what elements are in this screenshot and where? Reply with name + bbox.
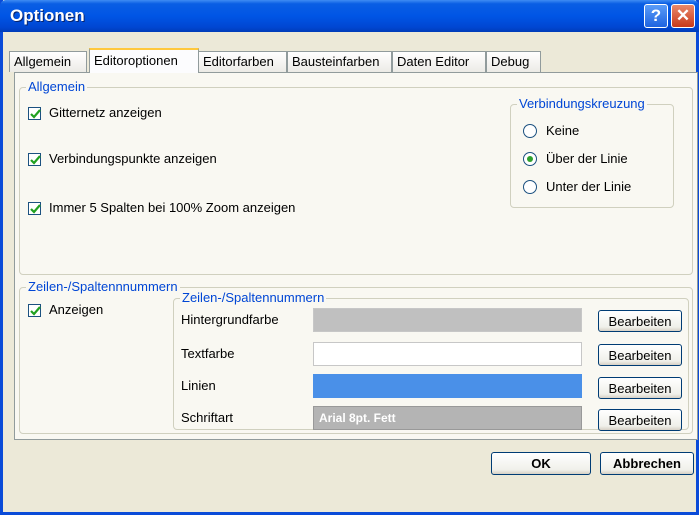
radio-selected-dot [527, 156, 533, 162]
textfarbe-edit-button[interactable]: Bearbeiten [598, 344, 682, 366]
tab-allgemein[interactable]: Allgemein [9, 51, 87, 72]
schriftart-label: Schriftart [181, 410, 234, 425]
verbindungspunkte-label: Verbindungspunkte anzeigen [49, 151, 217, 166]
editoroptionen-panel: Allgemein Gitternetz anzeigen Verbindung… [14, 72, 698, 440]
zeilen-spalten-inner-legend: Zeilen-/Spaltennummern [180, 290, 327, 306]
zeilen-spalten-group: Zeilen-/Spaltennnummern Anzeigen Zeilen-… [19, 279, 693, 434]
anzeigen-checkbox[interactable] [28, 304, 41, 317]
tab-bausteinfarben[interactable]: Bausteinfarben [287, 51, 392, 72]
window-title: Optionen [10, 6, 85, 25]
zeilen-spalten-legend: Zeilen-/Spaltennnummern [26, 279, 180, 295]
tab-debug[interactable]: Debug [486, 51, 541, 72]
gitternetz-label: Gitternetz anzeigen [49, 105, 162, 120]
hintergrundfarbe-edit-button[interactable]: Bearbeiten [598, 310, 682, 332]
anzeigen-label: Anzeigen [49, 302, 104, 317]
close-button[interactable]: ✕ [671, 4, 695, 28]
help-button[interactable]: ? [644, 4, 668, 28]
linien-swatch [313, 374, 582, 398]
verbindungskreuzung-group: Verbindungskreuzung Keine Über der Linie… [510, 96, 674, 208]
tab-editoroptionen[interactable]: Editoroptionen [89, 48, 199, 73]
gitternetz-checkbox[interactable] [28, 107, 41, 120]
keine-label: Keine [546, 123, 580, 138]
ok-button[interactable]: OK [491, 452, 591, 475]
verbindungspunkte-checkbox[interactable] [28, 153, 41, 166]
textfarbe-label: Textfarbe [181, 346, 235, 361]
allgemein-group: Allgemein Gitternetz anzeigen Verbindung… [19, 79, 693, 275]
cancel-button[interactable]: Abbrechen [600, 452, 694, 475]
allgemein-legend: Allgemein [26, 79, 88, 95]
keine-radio[interactable] [523, 124, 537, 138]
schriftart-edit-button[interactable]: Bearbeiten [598, 409, 682, 431]
unter-der-linie-radio[interactable] [523, 180, 537, 194]
hintergrundfarbe-swatch [313, 308, 582, 332]
hintergrundfarbe-label: Hintergrundfarbe [181, 312, 279, 327]
zoom-spalten-checkbox[interactable] [28, 202, 41, 215]
tab-daten-editor[interactable]: Daten Editor [392, 51, 486, 72]
zeilen-spalten-farben-group: Zeilen-/Spaltennummern Hintergrundfarbe … [173, 290, 689, 431]
ueber-der-linie-label: Über der Linie [546, 151, 628, 166]
schriftart-preview: Arial 8pt. Fett [313, 406, 582, 430]
linien-label: Linien [181, 378, 216, 393]
ueber-der-linie-radio[interactable] [523, 152, 537, 166]
zoom-spalten-label: Immer 5 Spalten bei 100% Zoom anzeigen [49, 200, 296, 215]
options-dialog: Optionen ? ✕ Allgemein Editoroptionen Ed… [0, 0, 699, 515]
tab-editorfarben[interactable]: Editorfarben [198, 51, 287, 72]
textfarbe-swatch [313, 342, 582, 366]
unter-der-linie-label: Unter der Linie [546, 179, 632, 194]
title-bar[interactable]: Optionen ? ✕ [0, 0, 699, 32]
verbindungskreuzung-legend: Verbindungskreuzung [517, 96, 647, 112]
linien-edit-button[interactable]: Bearbeiten [598, 377, 682, 399]
